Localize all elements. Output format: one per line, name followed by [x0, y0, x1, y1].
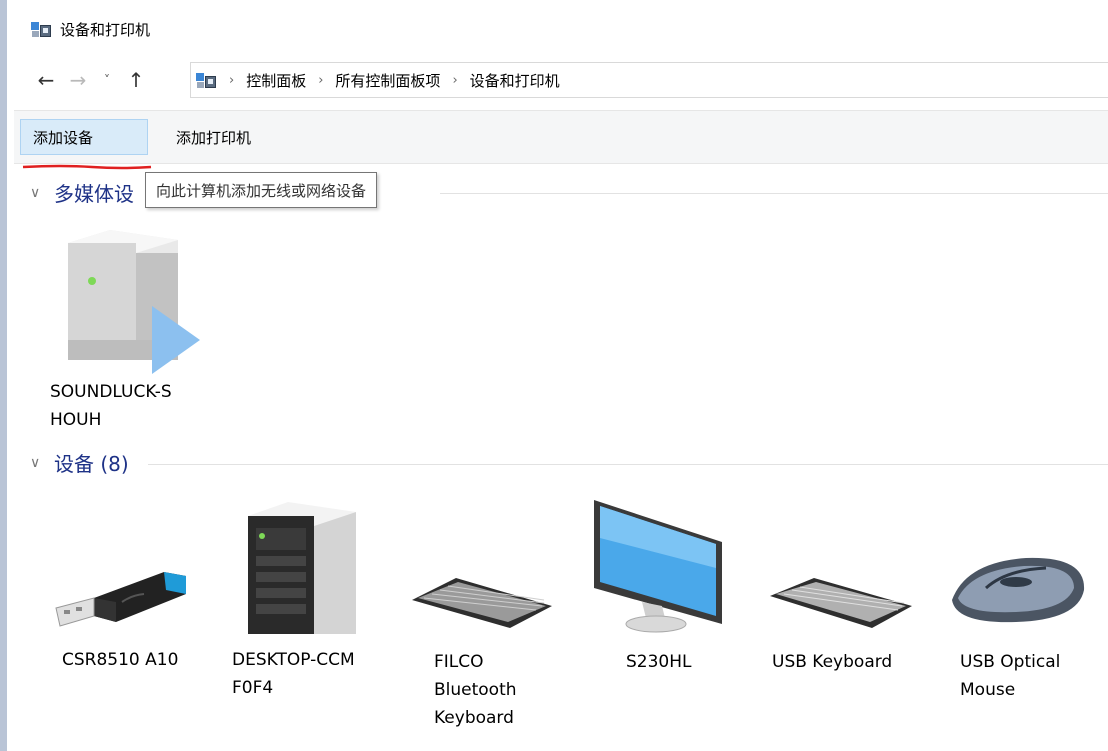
breadcrumb-separator[interactable]: › [223, 73, 240, 88]
usb-dongle-icon [55, 572, 186, 627]
chevron-down-icon[interactable]: ∨ [30, 455, 46, 471]
back-arrow-icon[interactable]: ← [30, 64, 62, 96]
breadcrumb-devices-printers[interactable]: 设备和打印机 [470, 70, 560, 91]
add-device-tooltip: 向此计算机添加无线或网络设备 [145, 172, 378, 208]
group-header-multimedia[interactable]: ∨ 多媒体设 [30, 178, 134, 207]
breadcrumb-separator[interactable]: › [446, 73, 463, 88]
breadcrumb-control-panel[interactable]: 控制面板 [246, 70, 306, 91]
command-bar: 添加设备 添加打印机 [14, 110, 1108, 164]
window-title: 设备和打印机 [60, 20, 151, 39]
monitor-icon [594, 500, 722, 633]
device-tile[interactable]: USB Keyboard [766, 560, 916, 740]
device-name: SOUNDLUCK-S HOUH [50, 382, 172, 430]
device-tile[interactable]: S230HL [592, 498, 742, 738]
navigation-bar: ← → ˅ ↑ [30, 60, 152, 100]
device-tile[interactable]: FILCO Bluetooth Keyboard [406, 560, 556, 740]
mouse-icon [952, 557, 1085, 623]
device-tile[interactable]: SOUNDLUCK-S HOUH [50, 228, 200, 438]
device-name: USB Optical Mouse [960, 652, 1061, 700]
group-divider [148, 464, 1108, 465]
control-panel-icon [30, 20, 52, 38]
red-annotation-underline [22, 164, 152, 170]
device-tile[interactable]: DESKTOP-CCM F0F4 [232, 498, 382, 738]
title-bar: 设备和打印机 [30, 14, 150, 44]
desktop-tower-icon [248, 502, 356, 634]
chevron-down-icon[interactable]: ∨ [30, 185, 46, 201]
device-tile[interactable]: CSR8510 A10 [52, 540, 202, 740]
group-header-devices[interactable]: ∨ 设备 (8) [30, 448, 129, 477]
control-panel-icon [195, 71, 217, 89]
device-name: DESKTOP-CCM F0F4 [232, 650, 355, 698]
group-label-multimedia: 多媒体设 [54, 182, 134, 206]
group-divider [440, 193, 1108, 194]
keyboard-icon [770, 578, 912, 628]
device-name: S230HL [626, 652, 692, 672]
device-tile[interactable]: USB Optical Mouse [946, 550, 1096, 740]
add-device-button[interactable]: 添加设备 [20, 119, 148, 155]
breadcrumb-all-items[interactable]: 所有控制面板项 [335, 70, 440, 91]
window-left-border [0, 0, 7, 751]
recent-locations-chevron-icon[interactable]: ˅ [94, 64, 120, 96]
device-name: FILCO Bluetooth Keyboard [434, 652, 517, 728]
address-bar[interactable]: › 控制面板 › 所有控制面板项 › 设备和打印机 [190, 62, 1108, 98]
keyboard-icon [412, 578, 552, 628]
device-name: CSR8510 A10 [62, 650, 179, 670]
up-arrow-icon[interactable]: ↑ [120, 64, 152, 96]
device-name: USB Keyboard [772, 652, 893, 672]
group-label-devices: 设备 (8) [54, 452, 129, 476]
breadcrumb-separator[interactable]: › [312, 73, 329, 88]
add-printer-button[interactable]: 添加打印机 [164, 119, 263, 155]
forward-arrow-icon[interactable]: → [62, 64, 94, 96]
media-server-icon [68, 230, 200, 374]
